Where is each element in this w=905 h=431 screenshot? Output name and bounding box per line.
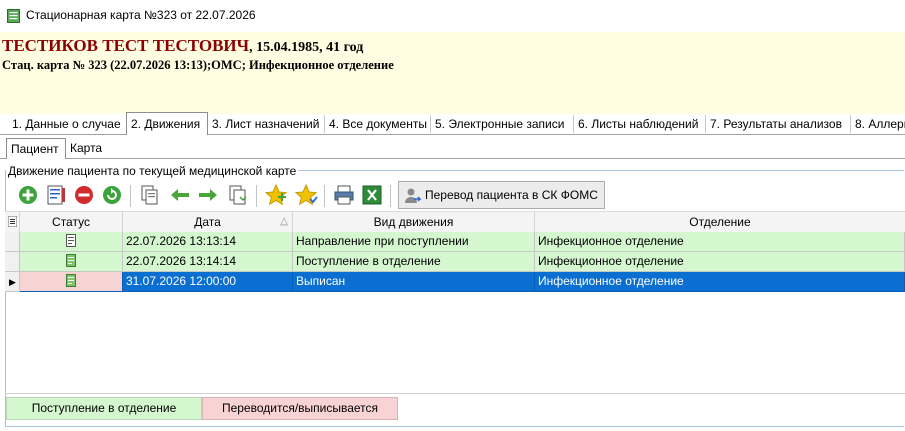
status-cell (20, 272, 123, 292)
tab-case-data[interactable]: 1. Данные о случае (8, 115, 127, 133)
patient-transfer-icon (405, 188, 421, 203)
patient-header: ТЕСТИКОВ ТЕСТ ТЕСТОВИЧ, 15.04.1985, 41 г… (0, 32, 905, 114)
status-cell (20, 252, 123, 272)
tab-all-documents[interactable]: 4. Все документы (325, 115, 431, 133)
toolbar-separator (256, 185, 257, 207)
tab-observation-sheets[interactable]: 6. Листы наблюдений (574, 115, 706, 133)
star-add-icon[interactable] (264, 183, 288, 207)
toolbar-separator (324, 185, 325, 207)
movement-type-cell: Выписан (293, 272, 535, 292)
legend-transfer-discharge: Переводится/выписывается (202, 397, 398, 420)
table-row-selected[interactable]: ▶ 31.07.2026 12:00:00 Выписан Инфекционн… (5, 272, 905, 292)
row-indicator (5, 252, 20, 272)
transfer-to-fund-button[interactable]: Перевод пациента в СК ФОМС (398, 181, 605, 209)
print-icon[interactable] (332, 183, 356, 207)
tab-electronic-records[interactable]: 5. Электронные записи (431, 115, 574, 133)
current-row-arrow-icon: ▶ (9, 277, 16, 287)
status-legend: Поступление в отделение Переводится/выпи… (5, 393, 905, 424)
edit-icon[interactable] (44, 183, 68, 207)
add-icon[interactable] (16, 183, 40, 207)
document-icon (66, 234, 76, 248)
patient-name-line: ТЕСТИКОВ ТЕСТ ТЕСТОВИЧ, 15.04.1985, 41 г… (2, 36, 363, 56)
document-green-icon (66, 254, 76, 268)
column-chooser[interactable] (5, 212, 20, 232)
column-chooser-icon (7, 215, 17, 228)
row-indicator (5, 232, 20, 252)
tab-allergies[interactable]: 8. Аллерг (851, 115, 905, 133)
legend-admitted: Поступление в отделение (6, 397, 202, 420)
tab-test-results[interactable]: 7. Результаты анализов (706, 115, 851, 133)
movement-type-cell: Поступление в отделение (293, 252, 535, 272)
main-tabs: 1. Данные о случае 2. Движения 3. Лист н… (0, 112, 905, 135)
card-info: Стац. карта № 323 (22.07.2026 13:13);ОМС… (2, 58, 394, 72)
grid-header: Статус Дата △ Вид движения Отделение (5, 211, 905, 233)
toolbar-separator (130, 185, 131, 207)
sub-tabs: Пациент Карта (0, 138, 905, 159)
arrow-left-icon[interactable] (168, 183, 192, 207)
sort-ascending-icon: △ (280, 216, 288, 227)
status-cell (20, 232, 123, 252)
toolbar-separator (390, 185, 391, 207)
arrow-right-icon[interactable] (196, 183, 220, 207)
subtab-patient[interactable]: Пациент (6, 138, 66, 159)
copy-icon[interactable] (138, 183, 162, 207)
paste-icon[interactable] (226, 183, 250, 207)
medical-card-icon (7, 9, 20, 23)
patient-name: ТЕСТИКОВ ТЕСТ ТЕСТОВИЧ (2, 36, 250, 55)
date-cell: 22.07.2026 13:14:14 (123, 252, 293, 272)
excel-icon[interactable] (360, 183, 384, 207)
column-header-status[interactable]: Статус (20, 212, 123, 232)
group-caption: Движение пациента по текущей медицинской… (6, 164, 299, 178)
window-titlebar: Стационарная карта №323 от 22.07.2026 (0, 0, 905, 32)
department-cell: Инфекционное отделение (535, 232, 905, 252)
subtab-card[interactable]: Карта (66, 140, 110, 158)
tab-movements[interactable]: 2. Движения (126, 112, 208, 135)
column-header-date-label: Дата (194, 215, 221, 229)
row-indicator: ▶ (5, 272, 20, 292)
star-icon[interactable] (294, 183, 318, 207)
column-header-department[interactable]: Отделение (535, 212, 905, 232)
delete-icon[interactable] (72, 183, 96, 207)
department-cell: Инфекционное отделение (535, 252, 905, 272)
transfer-button-label: Перевод пациента в СК ФОМС (425, 188, 598, 202)
window-title: Стационарная карта №323 от 22.07.2026 (26, 8, 256, 22)
movement-type-cell: Направление при поступлении (293, 232, 535, 252)
refresh-icon[interactable] (100, 183, 124, 207)
document-green-icon (66, 274, 76, 288)
date-cell: 31.07.2026 12:00:00 (123, 272, 293, 292)
column-header-date[interactable]: Дата △ (123, 212, 293, 232)
table-row[interactable]: 22.07.2026 13:13:14 Направление при пост… (5, 232, 905, 252)
table-row[interactable]: 22.07.2026 13:14:14 Поступление в отделе… (5, 252, 905, 272)
patient-dob-age: , 15.04.1985, 41 год (249, 40, 364, 55)
column-header-movement-type[interactable]: Вид движения (293, 212, 535, 232)
tab-prescriptions[interactable]: 3. Лист назначений (208, 115, 325, 133)
date-cell: 22.07.2026 13:13:14 (123, 232, 293, 252)
department-cell: Инфекционное отделение (535, 272, 905, 292)
